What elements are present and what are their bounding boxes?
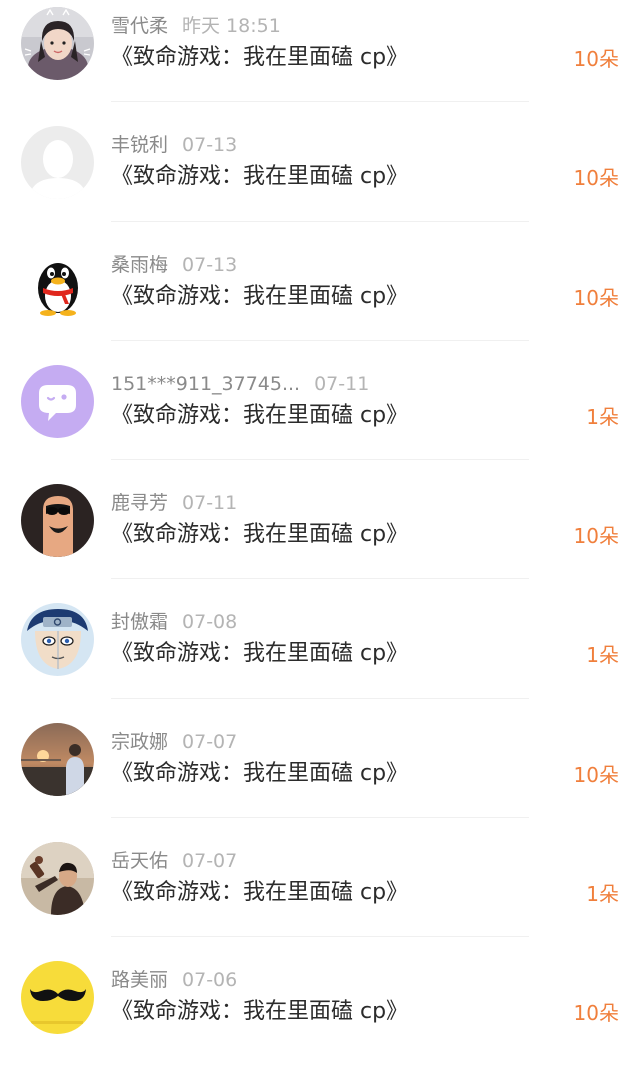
flower-amount: 10朵	[573, 1001, 619, 1026]
divider	[111, 936, 529, 938]
book-title[interactable]: 《致命游戏：我在里面磕 cp》	[111, 41, 408, 75]
user-name[interactable]: 丰锐利	[111, 131, 168, 159]
flower-amount: 1朵	[586, 882, 619, 907]
book-title[interactable]: 《致命游戏：我在里面磕 cp》	[111, 757, 408, 791]
list-item[interactable]: 桑雨梅 07-13 《致命游戏：我在里面磕 cp》 10朵	[0, 239, 640, 358]
book-title[interactable]: 《致命游戏：我在里面磕 cp》	[111, 637, 408, 671]
mustache-avatar-icon[interactable]	[21, 961, 94, 1035]
item-date: 07-07	[182, 850, 238, 873]
item-meta: 宗政娜 07-07	[111, 728, 237, 756]
book-title[interactable]: 《致命游戏：我在里面磕 cp》	[111, 280, 408, 314]
item-meta: 鹿寻芳 07-11	[111, 489, 237, 517]
book-title[interactable]: 《致命游戏：我在里面磕 cp》	[111, 399, 408, 433]
divider	[111, 459, 529, 461]
divider	[111, 817, 529, 819]
flower-amount: 10朵	[573, 166, 619, 191]
item-date: 07-06	[182, 969, 238, 992]
flower-amount: 10朵	[573, 762, 619, 787]
flower-amount: 10朵	[573, 524, 619, 549]
item-meta: 151***911_37745... 07-11	[111, 370, 369, 398]
divider	[111, 339, 529, 341]
gift-record-list: 雪代柔 昨天 18:51 《致命游戏：我在里面磕 cp》 10朵 丰锐利 07-13…	[0, 0, 640, 1074]
item-meta: 丰锐利 07-13	[111, 131, 237, 159]
user-name[interactable]: 雪代柔	[111, 12, 168, 40]
list-item[interactable]: 丰锐利 07-13 《致命游戏：我在里面磕 cp》 10朵	[0, 119, 640, 238]
flower-amount: 1朵	[586, 643, 619, 668]
item-meta: 雪代柔 昨天 18:51	[111, 12, 281, 40]
list-item[interactable]: 岳天佑 07-07 《致命游戏：我在里面磕 cp》 1朵	[0, 835, 640, 954]
divider	[111, 220, 529, 222]
item-meta: 路美丽 07-06	[111, 966, 237, 994]
list-item[interactable]: 鹿寻芳 07-11 《致命游戏：我在里面磕 cp》 10朵	[0, 477, 640, 596]
item-date: 07-11	[314, 372, 370, 395]
default-user-avatar-icon[interactable]	[21, 126, 94, 200]
list-item[interactable]: 封傲霜 07-08 《致命游戏：我在里面磕 cp》 1朵	[0, 596, 640, 715]
book-title[interactable]: 《致命游戏：我在里面磕 cp》	[111, 876, 408, 910]
item-meta: 封傲霜 07-08	[111, 608, 237, 636]
item-date: 07-08	[182, 611, 238, 634]
man-drinking-avatar-icon[interactable]	[21, 842, 94, 916]
anime-ninja-avatar-icon[interactable]	[21, 603, 94, 677]
item-date: 07-11	[182, 492, 238, 515]
user-name[interactable]: 封傲霜	[111, 608, 168, 636]
item-meta: 桑雨梅 07-13	[111, 251, 237, 279]
list-item[interactable]: 雪代柔 昨天 18:51 《致命游戏：我在里面磕 cp》 10朵	[0, 0, 640, 119]
list-item[interactable]: 151***911_37745... 07-11 《致命游戏：我在里面磕 cp》 …	[0, 358, 640, 477]
user-name[interactable]: 151***911_37745...	[111, 370, 300, 398]
girl-selfie-avatar-icon[interactable]	[21, 7, 94, 80]
item-date: 07-13	[182, 253, 238, 276]
item-date: 07-13	[182, 134, 238, 157]
item-date: 昨天 18:51	[182, 15, 281, 37]
user-name[interactable]: 桑雨梅	[111, 251, 168, 279]
qq-penguin-avatar-icon[interactable]	[21, 245, 94, 319]
list-item[interactable]: 路美丽 07-06 《致命游戏：我在里面磕 cp》 10朵	[0, 954, 640, 1073]
divider	[111, 578, 529, 580]
finger-face-avatar-icon[interactable]	[21, 484, 94, 558]
sunset-photo-avatar-icon[interactable]	[21, 722, 94, 796]
user-name[interactable]: 路美丽	[111, 966, 168, 994]
flower-amount: 1朵	[586, 404, 619, 429]
item-date: 07-07	[182, 730, 238, 753]
user-name[interactable]: 鹿寻芳	[111, 489, 168, 517]
list-item[interactable]: 宗政娜 07-07 《致命游戏：我在里面磕 cp》 10朵	[0, 716, 640, 835]
chat-bubble-avatar-icon[interactable]	[21, 364, 94, 438]
flower-amount: 10朵	[573, 47, 619, 71]
book-title[interactable]: 《致命游戏：我在里面磕 cp》	[111, 160, 408, 194]
user-name[interactable]: 岳天佑	[111, 847, 168, 875]
book-title[interactable]: 《致命游戏：我在里面磕 cp》	[111, 518, 408, 552]
flower-amount: 10朵	[573, 285, 619, 310]
book-title[interactable]: 《致命游戏：我在里面磕 cp》	[111, 995, 408, 1029]
user-name[interactable]: 宗政娜	[111, 728, 168, 756]
divider	[111, 101, 529, 103]
item-meta: 岳天佑 07-07	[111, 847, 237, 875]
divider	[111, 697, 529, 699]
